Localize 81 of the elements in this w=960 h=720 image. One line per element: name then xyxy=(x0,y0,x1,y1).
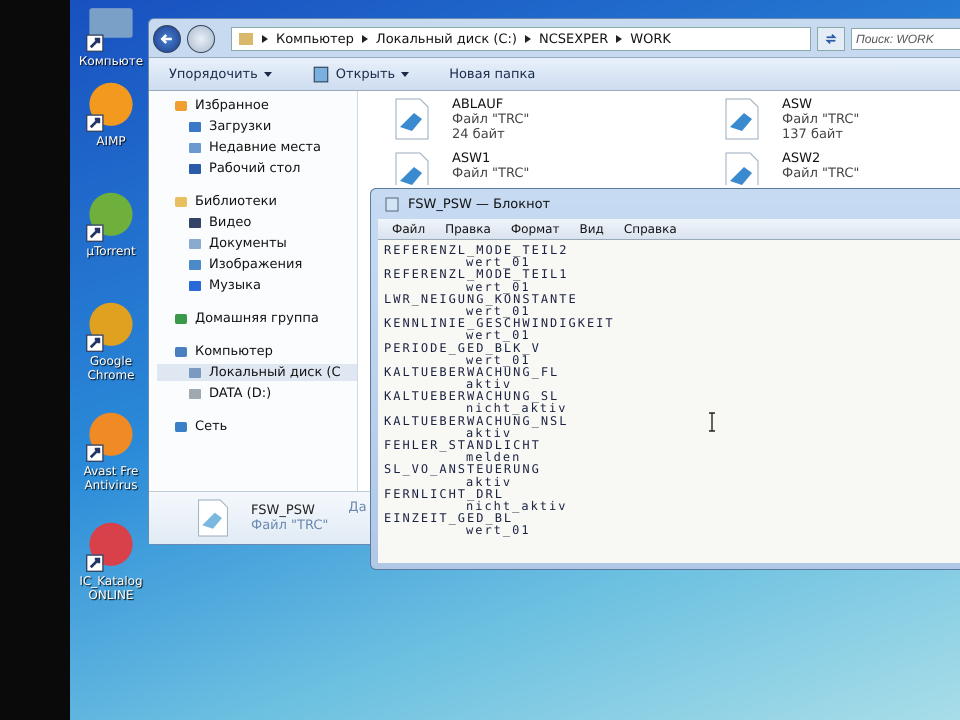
chevron-icon xyxy=(616,35,622,43)
chevron-icon xyxy=(362,35,368,43)
text-line: KALTUEBERWACHUNG_NSL xyxy=(384,414,568,427)
nav-item[interactable]: Загрузки xyxy=(157,118,357,135)
text-cursor-icon xyxy=(708,412,716,432)
text-line: LWR_NEIGUNG_KONSTANTE xyxy=(384,292,578,305)
shortcut-label: Google xyxy=(90,354,132,368)
nav-item[interactable]: Сеть xyxy=(157,418,357,435)
menu-item[interactable]: Формат xyxy=(506,222,564,236)
notepad-icon xyxy=(384,196,400,212)
file-icon xyxy=(195,498,231,538)
shortcut-label: Chrome xyxy=(87,368,135,382)
nav-item[interactable]: Документы xyxy=(157,235,357,252)
text-line: aktiv xyxy=(466,378,512,390)
text-line: wert_01 xyxy=(466,280,531,293)
text-line: PERIODE_GED_BLK_V xyxy=(384,342,541,354)
shortcut-label: ONLINE xyxy=(88,588,134,602)
breadcrumb[interactable]: WORK xyxy=(630,32,671,46)
nav-item[interactable]: Домашняя группа xyxy=(157,310,357,327)
text-line: nicht_aktiv xyxy=(466,500,568,512)
text-line: REFERENZL_MODE_TEIL1 xyxy=(384,268,568,281)
text-line: wert_01 xyxy=(466,329,531,342)
text-line: wert_01 xyxy=(466,354,531,366)
text-line: nicht_aktiv xyxy=(466,402,568,415)
text-line: wert_01 xyxy=(466,256,531,268)
nav-item[interactable]: Библиотеки xyxy=(157,193,357,210)
shortcut-label: IC_Katalog xyxy=(79,574,143,588)
text-line: EINZEIT_GED_BL xyxy=(384,512,514,524)
text-line: FERNLICHT_DRL xyxy=(384,488,504,500)
text-line: aktiv xyxy=(466,476,512,488)
forward-button[interactable] xyxy=(187,25,215,53)
breadcrumb[interactable]: NCSEXPER xyxy=(538,32,608,46)
nav-item[interactable]: Музыка xyxy=(157,277,357,294)
shortcut-label: Antivirus xyxy=(84,478,138,492)
text-line: SL_VO_ANSTEUERUNG xyxy=(384,463,541,476)
nav-item[interactable]: Изображения xyxy=(157,256,357,273)
shortcut-label: µTorrent xyxy=(86,244,136,258)
back-button[interactable] xyxy=(153,25,181,53)
date-label: Да xyxy=(348,500,367,515)
file-name: FSW_PSW xyxy=(251,503,316,518)
shortcut-label: Компьюте xyxy=(78,54,144,68)
toolbar-button[interactable]: Открыть xyxy=(312,65,410,83)
search-field[interactable]: Поиск: WORK xyxy=(851,28,960,50)
text-line: KENNLINIE_GESCHWINDIGKEIT xyxy=(384,317,615,330)
shortcut-label: Avast Fre xyxy=(84,464,138,478)
text-line: FEHLER_STANDLICHT xyxy=(384,439,541,452)
nav-item[interactable]: Локальный диск (C xyxy=(157,364,357,381)
text-area[interactable] xyxy=(378,240,960,563)
nav-item[interactable]: Рабочий стол xyxy=(157,160,357,177)
refresh-button[interactable] xyxy=(817,27,845,51)
text-line: melden xyxy=(466,451,522,464)
text-line: wert_01 xyxy=(466,304,531,318)
nav-item[interactable]: DATA (D:) xyxy=(157,385,357,402)
menu-item[interactable]: Вид xyxy=(576,222,608,236)
text-line: KALTUEBERWACHUNG_SL xyxy=(384,390,560,402)
file-item[interactable]: ABLAUF Файл "TRC" 24 байт xyxy=(392,97,530,151)
nav-item[interactable]: Избранное xyxy=(157,97,357,114)
chevron-icon xyxy=(524,35,531,43)
shortcut-label: AIMP xyxy=(96,134,126,148)
breadcrumb[interactable]: Компьютер xyxy=(276,32,354,46)
nav-item[interactable]: Недавние места xyxy=(157,139,357,156)
notepad-icon xyxy=(312,65,330,83)
text-line: REFERENZL_MODE_TEIL2 xyxy=(384,244,568,256)
breadcrumb[interactable]: Локальный диск (C:) xyxy=(376,32,517,46)
toolbar-button[interactable]: Упорядочить xyxy=(169,66,272,82)
file-type: Файл "TRC" xyxy=(251,518,328,533)
menu-item[interactable]: Справка xyxy=(620,222,681,236)
text-line: aktiv xyxy=(466,426,512,439)
folder-icon xyxy=(238,31,254,47)
toolbar-button[interactable]: Новая папка xyxy=(449,66,536,82)
file-item[interactable]: ASW Файл "TRC" 137 байт xyxy=(722,97,860,151)
address-bar[interactable]: Компьютер Локальный диск (C:) NCSEXPER WORK xyxy=(231,27,811,51)
text-line: KALTUEBERWACHUNG_FL xyxy=(384,366,560,378)
chevron-icon xyxy=(262,35,268,43)
refresh-icon xyxy=(824,32,838,46)
nav-item[interactable]: Компьютер xyxy=(157,343,357,360)
menu-item[interactable]: Файл xyxy=(388,222,430,236)
menu-item[interactable]: Правка xyxy=(441,222,495,236)
nav-item[interactable]: Видео xyxy=(157,214,357,231)
window-title: FSW_PSW — Блокнот xyxy=(408,196,550,212)
text-line: wert_01 xyxy=(466,524,531,536)
